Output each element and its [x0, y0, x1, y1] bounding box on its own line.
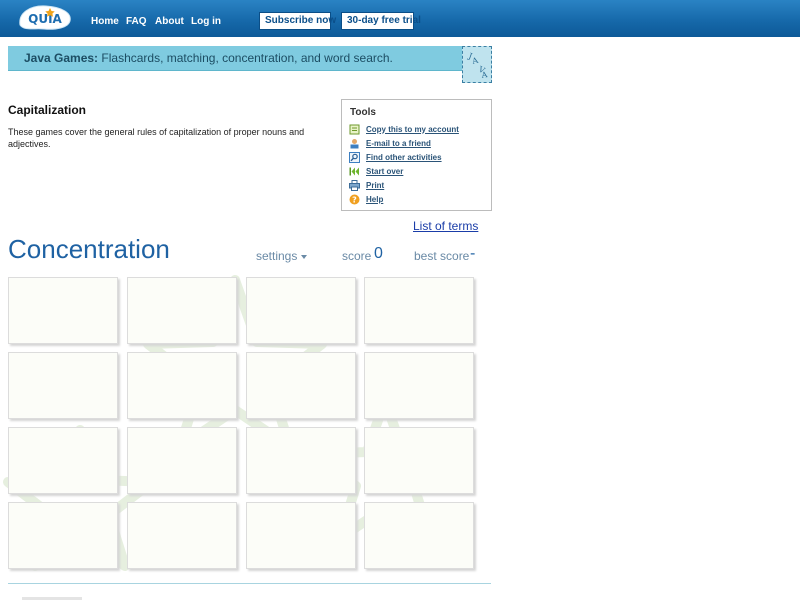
free-trial-button[interactable]: 30-day free trial: [341, 12, 421, 30]
memory-card[interactable]: [127, 427, 237, 494]
board-divider: [8, 583, 491, 584]
game-title: Concentration: [8, 234, 170, 264]
svg-text:QUIA: QUIA: [28, 12, 62, 26]
memory-card[interactable]: [364, 502, 474, 569]
memory-card[interactable]: [246, 502, 356, 569]
quia-logo[interactable]: QUIA: [16, 3, 74, 31]
memory-card[interactable]: [364, 352, 474, 419]
tool-print[interactable]: Print: [349, 179, 384, 191]
svg-text:?: ?: [352, 195, 357, 204]
svg-text:A: A: [470, 56, 479, 67]
memory-card[interactable]: [364, 277, 474, 344]
memory-card[interactable]: [364, 427, 474, 494]
java-badge-icon: J A V A: [462, 46, 492, 83]
caret-down-icon: [301, 254, 308, 259]
banner-text: Java Games: Flashcards, matching, concen…: [24, 51, 393, 65]
tool-help[interactable]: ? Help: [349, 193, 383, 205]
email-icon: [349, 138, 360, 149]
activity-description: These games cover the general rules of c…: [8, 127, 305, 149]
memory-card[interactable]: [127, 502, 237, 569]
memory-card[interactable]: [8, 502, 118, 569]
memory-card[interactable]: [8, 352, 118, 419]
memory-card[interactable]: [246, 352, 356, 419]
help-icon: ?: [349, 194, 360, 205]
subscribe-button[interactable]: Subscribe now: [259, 12, 336, 30]
best-score-value: -: [470, 245, 476, 262]
printer-icon: [349, 179, 360, 191]
activity-title: Capitalization: [8, 103, 87, 117]
tool-email-friend[interactable]: E-mail to a friend: [349, 137, 431, 149]
top-nav-bar: QUIA Home FAQ About Log in Subscribe now…: [0, 0, 800, 37]
memory-card[interactable]: [127, 352, 237, 419]
tool-start-over[interactable]: Start over: [349, 165, 403, 177]
game-board: [0, 270, 500, 580]
nav-login-link[interactable]: Log in: [191, 16, 221, 27]
copy-icon: [349, 124, 360, 135]
tools-title: Tools: [350, 107, 376, 118]
memory-card[interactable]: [8, 277, 118, 344]
tool-copy-to-account[interactable]: Copy this to my account: [349, 123, 459, 135]
rewind-icon: [349, 166, 360, 177]
memory-card[interactable]: [246, 277, 356, 344]
svg-text:A: A: [480, 70, 488, 80]
memory-card[interactable]: [127, 277, 237, 344]
nav-about-link[interactable]: About: [155, 16, 184, 27]
memory-card[interactable]: [246, 427, 356, 494]
nav-home-link[interactable]: Home: [91, 16, 119, 27]
nav-faq-link[interactable]: FAQ: [126, 16, 147, 27]
list-of-terms-link[interactable]: List of terms: [413, 219, 478, 233]
java-games-banner: Java Games: Flashcards, matching, concen…: [8, 46, 492, 71]
search-icon: [349, 151, 360, 163]
memory-card[interactable]: [8, 427, 118, 494]
score-value: 0: [374, 245, 383, 262]
tool-find-activities[interactable]: Find other activities: [349, 151, 442, 163]
tools-panel: Tools Copy this to my account E-mail to …: [341, 99, 492, 211]
score-label: score: [342, 249, 372, 263]
best-score-label: best score: [414, 249, 470, 263]
settings-dropdown[interactable]: settings: [256, 249, 308, 263]
